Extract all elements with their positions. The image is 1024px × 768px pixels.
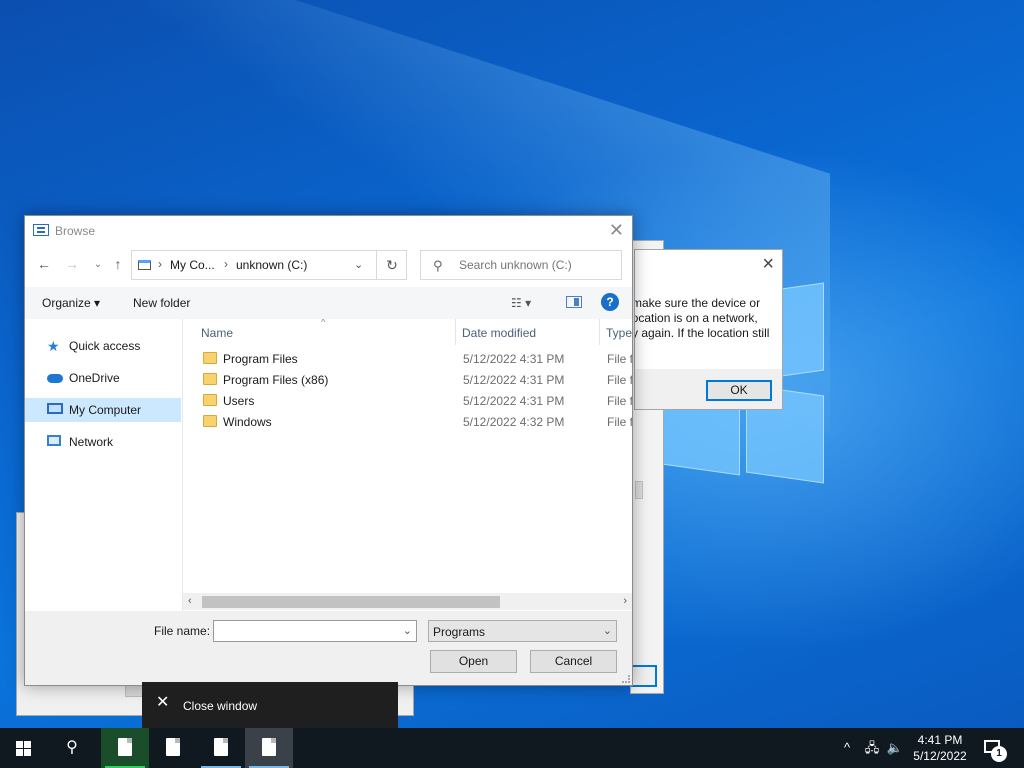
dialog-title: Browse bbox=[55, 224, 96, 238]
preview-pane-icon[interactable] bbox=[566, 296, 582, 308]
search-input[interactable] bbox=[459, 257, 619, 273]
chevron-right-icon: › bbox=[224, 257, 228, 271]
command-bar: Organize ▾ New folder ☷ ▾ ? bbox=[25, 287, 632, 319]
navigation-pane: ★ Quick access OneDrive My Computer Netw… bbox=[25, 319, 183, 611]
column-header-name[interactable]: ^ Name bbox=[183, 319, 455, 345]
file-row[interactable]: Program Files 5/12/2022 4:31 PM File fo bbox=[183, 348, 632, 369]
file-row[interactable]: Windows 5/12/2022 4:32 PM File fo bbox=[183, 411, 632, 432]
scroll-right-icon[interactable]: › bbox=[623, 595, 627, 607]
taskbar: ⚲ ^ 🖧 🔈 4:41 PM 5/12/2022 1 bbox=[0, 728, 1024, 768]
chevron-down-icon[interactable]: ⌄ bbox=[354, 258, 363, 271]
taskbar-app[interactable] bbox=[101, 728, 149, 768]
chevron-right-icon: › bbox=[158, 257, 162, 271]
windows-start-icon[interactable] bbox=[0, 728, 48, 768]
nav-item-my-computer[interactable]: My Computer bbox=[25, 398, 181, 422]
organize-button[interactable]: Organize ▾ bbox=[42, 296, 100, 310]
folder-icon bbox=[203, 394, 217, 406]
network-icon bbox=[47, 435, 61, 446]
app-icon bbox=[33, 224, 49, 236]
clock-date: 5/12/2022 bbox=[913, 749, 967, 763]
close-icon[interactable]: × bbox=[762, 254, 774, 274]
chevron-up-icon[interactable]: ^ bbox=[836, 728, 858, 768]
file-list[interactable]: ^ Name Date modified Type Program Files … bbox=[183, 319, 632, 609]
notification-center-icon[interactable]: 1 bbox=[980, 728, 1024, 768]
folder-icon bbox=[203, 415, 217, 427]
message-footer: OK bbox=[635, 369, 782, 409]
breadcrumb-my-computer[interactable]: My Co... bbox=[170, 258, 215, 272]
star-icon: ★ bbox=[47, 338, 60, 354]
file-name-input[interactable] bbox=[218, 624, 394, 638]
dialog-footer: File name: ⌄ Programs ⌄ Open Cancel bbox=[25, 611, 632, 685]
network-icon[interactable]: 🖧 bbox=[860, 728, 884, 768]
open-button[interactable]: Open bbox=[430, 650, 517, 673]
background-window-button[interactable] bbox=[631, 665, 657, 687]
file-name-combobox[interactable]: ⌄ bbox=[213, 620, 417, 642]
chevron-down-icon[interactable]: ⌄ bbox=[403, 624, 412, 637]
scroll-left-icon[interactable]: ‹ bbox=[188, 595, 192, 607]
nav-item-onedrive[interactable]: OneDrive bbox=[25, 366, 181, 390]
search-icon[interactable]: ⚲ bbox=[48, 728, 96, 768]
file-row[interactable]: Users 5/12/2022 4:31 PM File fo bbox=[183, 390, 632, 411]
notification-badge: 1 bbox=[991, 746, 1007, 762]
cloud-icon bbox=[47, 374, 63, 383]
close-window-item[interactable]: ✕ Close window bbox=[142, 682, 398, 728]
folder-icon bbox=[203, 373, 217, 385]
title-bar[interactable]: Browse ✕ bbox=[25, 216, 632, 246]
document-icon bbox=[118, 738, 132, 756]
horizontal-scrollbar[interactable]: ‹ › bbox=[183, 593, 632, 610]
taskbar-app[interactable] bbox=[149, 728, 197, 768]
file-name-label: File name: bbox=[154, 624, 211, 638]
new-folder-button[interactable]: New folder bbox=[133, 296, 190, 310]
scrollbar-thumb[interactable] bbox=[202, 596, 500, 608]
recent-locations-chevron-icon[interactable]: ⌄ bbox=[89, 259, 107, 270]
back-arrow-icon[interactable]: ← bbox=[35, 256, 53, 272]
address-bar[interactable]: › My Co... › unknown (C:) ⌄ ↻ bbox=[131, 250, 407, 280]
up-arrow-icon[interactable]: ↑ bbox=[109, 256, 127, 272]
message-text: make sure the device or location is on a… bbox=[635, 296, 770, 340]
resize-grip-icon[interactable] bbox=[622, 675, 630, 683]
refresh-icon[interactable]: ↻ bbox=[376, 251, 407, 279]
cancel-button[interactable]: Cancel bbox=[530, 650, 617, 673]
view-options-icon[interactable]: ☷ ▾ bbox=[511, 296, 531, 310]
chevron-down-icon: ⌄ bbox=[602, 625, 612, 637]
document-icon bbox=[262, 738, 276, 756]
search-icon: ⚲ bbox=[433, 258, 443, 273]
breadcrumb-drive[interactable]: unknown (C:) bbox=[236, 258, 307, 272]
nav-item-quick-access[interactable]: ★ Quick access bbox=[25, 334, 181, 358]
drive-icon bbox=[138, 260, 151, 270]
help-icon[interactable]: ? bbox=[601, 293, 619, 311]
file-row[interactable]: Program Files (x86) 5/12/2022 4:31 PM Fi… bbox=[183, 369, 632, 390]
computer-icon bbox=[47, 403, 63, 414]
browse-dialog[interactable]: Browse ✕ ← → ⌄ ↑ › My Co... › unknown (C… bbox=[24, 215, 633, 686]
document-icon bbox=[214, 738, 228, 756]
file-type-filter[interactable]: Programs ⌄ bbox=[428, 620, 617, 642]
nav-item-network[interactable]: Network bbox=[25, 430, 181, 454]
column-header-date[interactable]: Date modified bbox=[455, 319, 599, 345]
sort-up-icon: ^ bbox=[321, 319, 326, 327]
speaker-icon[interactable]: 🔈 bbox=[884, 728, 906, 768]
document-icon bbox=[166, 738, 180, 756]
search-box[interactable]: ⚲ bbox=[420, 250, 622, 280]
error-message-box[interactable]: × make sure the device or location is on… bbox=[634, 249, 783, 410]
forward-arrow-icon[interactable]: → bbox=[63, 256, 81, 272]
column-header-type[interactable]: Type bbox=[599, 319, 632, 345]
navigation-row: ← → ⌄ ↑ › My Co... › unknown (C:) ⌄ ↻ ⚲ bbox=[25, 248, 632, 282]
clock[interactable]: 4:41 PM 5/12/2022 bbox=[904, 732, 976, 764]
ok-button[interactable]: OK bbox=[706, 380, 772, 401]
taskbar-app[interactable] bbox=[245, 728, 293, 768]
taskbar-app[interactable] bbox=[197, 728, 245, 768]
clock-time: 4:41 PM bbox=[917, 733, 963, 747]
close-icon[interactable]: ✕ bbox=[609, 220, 624, 241]
close-icon: ✕ bbox=[156, 694, 170, 711]
folder-icon bbox=[203, 352, 217, 364]
